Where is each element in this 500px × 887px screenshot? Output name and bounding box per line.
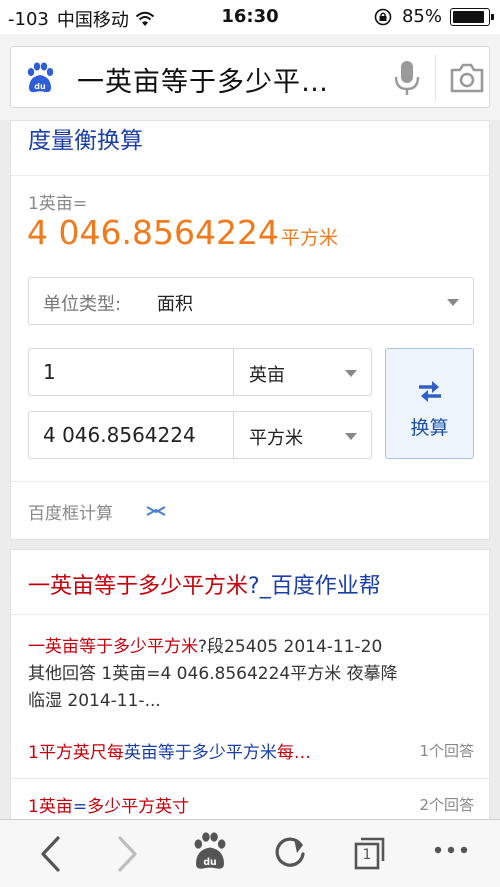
result-title-highlight: 一英亩等于多少平方米 <box>28 574 249 599</box>
snippet-line-3: 临湿 2014-11-... <box>28 691 161 711</box>
related-text: 多少平方英寸 <box>87 797 190 817</box>
search-result-card: 一英亩等于多少平方米?_百度作业帮 一英亩等于多少平方米?段25405 2014… <box>10 549 490 829</box>
camera-icon[interactable] <box>449 61 485 95</box>
related-text: 英亩等于多少平方米 <box>123 743 277 763</box>
baidu-paw-icon[interactable]: du <box>23 61 57 95</box>
conversion-result: 4 046.8564224 平方米 <box>27 213 338 252</box>
unit-type-label: 单位类型: <box>43 294 122 315</box>
search-input[interactable]: 一英亩等于多少平… <box>77 60 329 99</box>
battery-icon <box>450 7 494 26</box>
chevron-down-icon[interactable] <box>345 370 357 377</box>
related-question-1[interactable]: 1平方英尺每英亩等于多少平方米每… 1个回答 <box>28 738 474 766</box>
convert-button[interactable]: 换算 <box>385 348 474 459</box>
tabs-icon[interactable]: 1 <box>353 835 387 871</box>
forward-icon[interactable] <box>114 834 140 874</box>
search-box[interactable]: du 一英亩等于多少平… <box>10 46 490 108</box>
related-text: = <box>72 797 88 817</box>
microphone-icon[interactable] <box>393 59 421 97</box>
snippet-line-1: ?段25405 2014-11-20 <box>198 637 383 657</box>
result-title-rest: ?_百度作业帮 <box>248 574 381 599</box>
ribbon-icon <box>146 506 166 516</box>
browser-toolbar: du 1 <box>0 819 500 887</box>
result-title-link[interactable]: 一英亩等于多少平方米?_百度作业帮 <box>28 568 381 600</box>
divider <box>11 175 489 176</box>
status-bar: -103 中国移动 16:30 85% <box>0 0 500 34</box>
back-icon[interactable] <box>38 834 64 874</box>
chevron-down-icon[interactable] <box>345 433 357 440</box>
result-value: 4 046.8564224 <box>27 213 279 252</box>
divider <box>11 614 489 615</box>
snippet-line-2: 其他回答 1英亩=4 046.8564224平方米 夜摹降 <box>28 664 398 684</box>
swap-arrows-icon <box>419 381 441 402</box>
from-unit-select[interactable]: 英亩 <box>249 361 285 387</box>
source-footer[interactable]: 百度框计算 <box>28 499 113 524</box>
converter-title[interactable]: 度量衡换算 <box>28 121 143 155</box>
result-unit: 平方米 <box>280 227 338 249</box>
from-value-input[interactable] <box>29 349 234 395</box>
from-row: 英亩 <box>28 348 372 396</box>
unit-type-select[interactable]: 单位类型: 面积 <box>28 277 474 325</box>
answer-count: 1个回答 <box>419 742 474 760</box>
snippet-highlight: 一英亩等于多少平方米 <box>28 637 198 657</box>
chevron-down-icon <box>447 299 459 306</box>
convert-button-label: 换算 <box>410 417 449 439</box>
home-icon[interactable]: du <box>190 830 230 872</box>
refresh-icon[interactable] <box>272 833 308 871</box>
svg-text:du: du <box>203 857 216 868</box>
related-text: 1平方英尺每 <box>28 743 124 763</box>
battery-percent: 85% <box>401 6 442 27</box>
to-row: 平方米 <box>28 411 372 459</box>
tab-count: 1 <box>362 847 372 863</box>
answer-count: 2个回答 <box>419 796 474 814</box>
conversion-source-text: 1英亩= <box>28 194 88 214</box>
svg-text:du: du <box>34 82 46 91</box>
search-divider <box>435 55 436 101</box>
unit-type-value: 面积 <box>157 294 193 315</box>
result-snippet: 一英亩等于多少平方米?段25405 2014-11-20 其他回答 1英亩=4 … <box>28 634 478 715</box>
divider <box>11 481 489 482</box>
more-icon[interactable] <box>434 846 468 854</box>
lock-rotation-icon <box>374 8 392 25</box>
to-value-input[interactable] <box>29 412 234 458</box>
divider <box>11 778 489 779</box>
search-header: du 一英亩等于多少平… <box>0 34 500 120</box>
related-text: 每… <box>276 743 311 763</box>
related-question-2[interactable]: 1英亩=多少平方英寸 2个回答 <box>28 792 474 820</box>
to-unit-select[interactable]: 平方米 <box>249 424 303 450</box>
unit-converter-card: 度量衡换算 1英亩= 4 046.8564224平方米 单位类型: 面积 英亩 … <box>10 120 490 540</box>
related-text: 1英亩 <box>28 797 73 817</box>
